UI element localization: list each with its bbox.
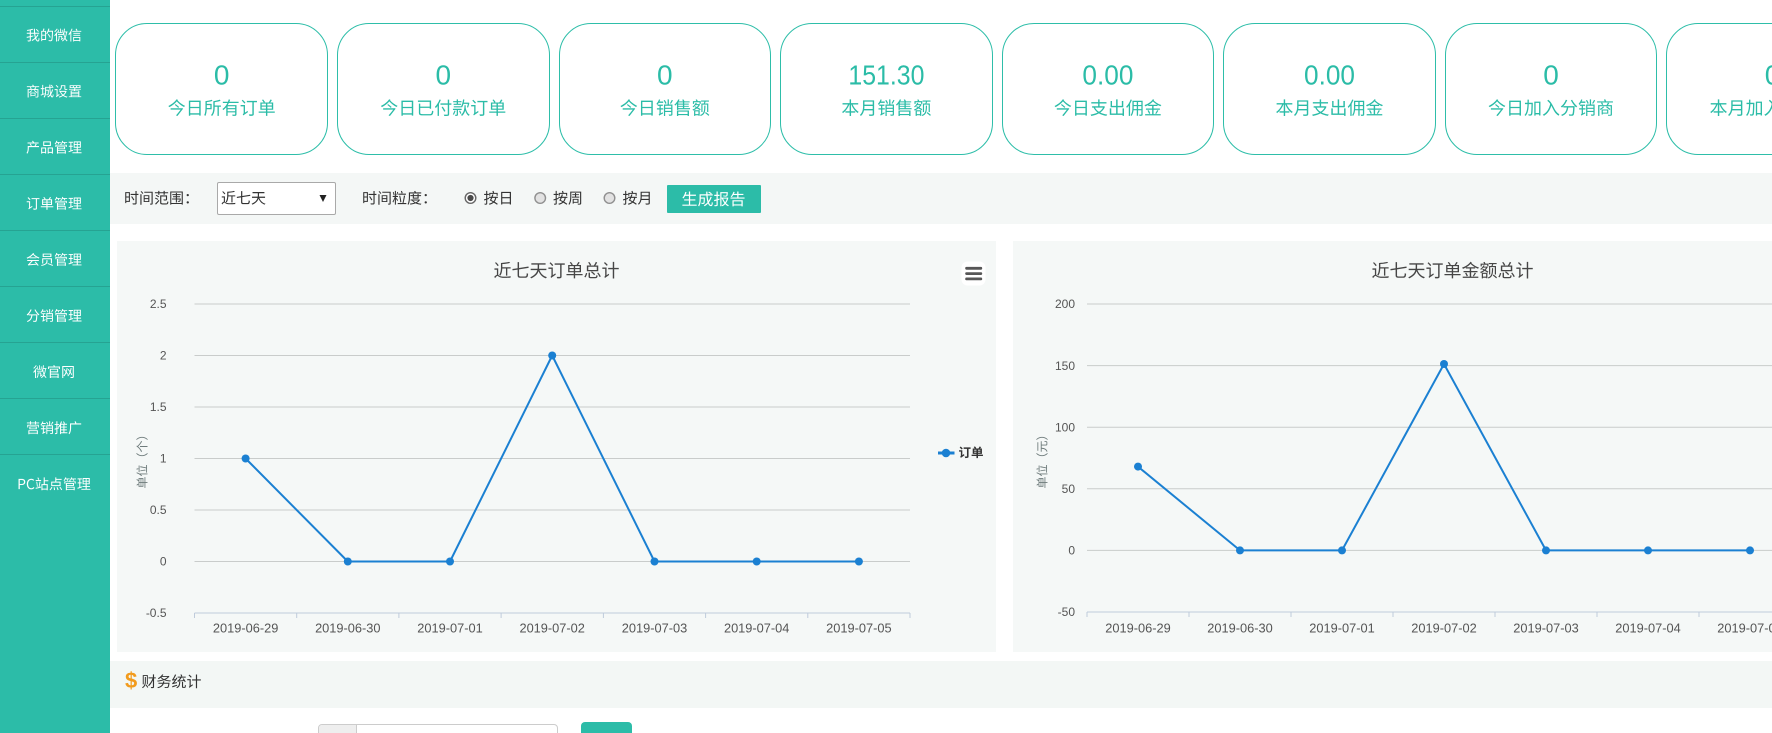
svg-text:2019-07-01: 2019-07-01 bbox=[417, 621, 482, 636]
svg-text:2019-07-05: 2019-07-05 bbox=[1717, 621, 1772, 636]
svg-text:100: 100 bbox=[1055, 420, 1075, 434]
svg-text:0: 0 bbox=[214, 60, 230, 91]
svg-text:2019-06-29: 2019-06-29 bbox=[1105, 621, 1170, 636]
svg-text:0.00: 0.00 bbox=[1304, 60, 1355, 91]
svg-text:2019-06-30: 2019-06-30 bbox=[1207, 621, 1272, 636]
svg-text:0: 0 bbox=[160, 555, 167, 569]
svg-text:0: 0 bbox=[1068, 544, 1075, 558]
svg-text:0: 0 bbox=[436, 60, 452, 91]
svg-text:1: 1 bbox=[160, 452, 167, 466]
svg-text:1.5: 1.5 bbox=[150, 400, 167, 414]
svg-text:2019-07-01: 2019-07-01 bbox=[1309, 621, 1374, 636]
svg-text:2019-07-02: 2019-07-02 bbox=[519, 621, 584, 636]
svg-text:2.5: 2.5 bbox=[150, 297, 167, 311]
svg-text:0: 0 bbox=[1765, 60, 1772, 91]
svg-text:2019-06-29: 2019-06-29 bbox=[213, 621, 278, 636]
svg-text:2019-07-04: 2019-07-04 bbox=[724, 621, 789, 636]
svg-text:-50: -50 bbox=[1058, 605, 1076, 619]
svg-text:150: 150 bbox=[1055, 359, 1075, 373]
svg-text:-0.5: -0.5 bbox=[146, 606, 167, 620]
svg-text:2019-07-02: 2019-07-02 bbox=[1411, 621, 1476, 636]
svg-text:200: 200 bbox=[1055, 297, 1075, 311]
svg-text:2019-07-04: 2019-07-04 bbox=[1615, 621, 1680, 636]
svg-text:0: 0 bbox=[657, 60, 673, 91]
svg-text:151.30: 151.30 bbox=[848, 60, 924, 91]
svg-text:0.00: 0.00 bbox=[1082, 60, 1133, 91]
svg-text:2019-07-05: 2019-07-05 bbox=[826, 621, 891, 636]
svg-text:2019-06-30: 2019-06-30 bbox=[315, 621, 380, 636]
svg-text:2: 2 bbox=[160, 349, 167, 363]
svg-text:50: 50 bbox=[1062, 482, 1076, 496]
svg-text:0.5: 0.5 bbox=[150, 503, 167, 517]
svg-text:0: 0 bbox=[1543, 60, 1559, 91]
svg-text:$: $ bbox=[125, 668, 137, 693]
svg-text:2019-07-03: 2019-07-03 bbox=[1513, 621, 1578, 636]
svg-text:2019-07-03: 2019-07-03 bbox=[622, 621, 687, 636]
